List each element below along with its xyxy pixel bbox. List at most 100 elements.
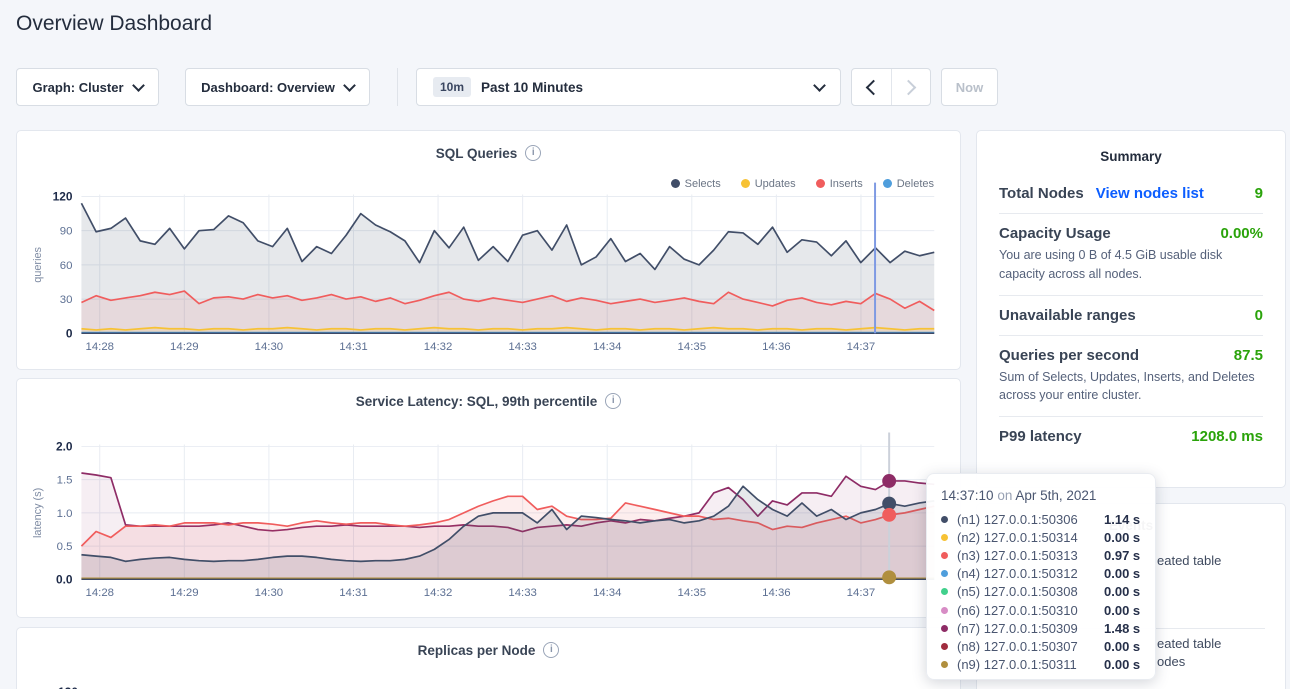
capacity-label: Capacity Usage — [999, 225, 1111, 242]
time-range-selector[interactable]: 10m Past 10 Minutes — [416, 68, 841, 106]
tooltip-node-label: (n4) 127.0.0.1:50312 — [957, 566, 1104, 581]
tooltip-node-label: (n1) 127.0.0.1:50306 — [957, 512, 1104, 527]
time-step-forward-button[interactable] — [891, 69, 931, 105]
crosshair-dot — [882, 474, 896, 488]
x-tick-label: 14:34 — [593, 341, 622, 353]
view-nodes-list-link[interactable]: View nodes list — [1096, 185, 1204, 202]
info-icon[interactable]: i — [525, 145, 541, 161]
sql-queries-title-row: SQL Queries i — [17, 145, 960, 161]
x-tick-label: 14:35 — [678, 341, 707, 353]
tooltip-row: (n6) 127.0.0.1:503100.00 s — [939, 601, 1143, 619]
tooltip-row: (n3) 127.0.0.1:503130.97 s — [939, 546, 1143, 564]
graph-scope-dropdown-label: Graph: Cluster — [32, 80, 123, 95]
tooltip-node-label: (n5) 127.0.0.1:50308 — [957, 584, 1104, 599]
x-tick-label: 14:30 — [255, 341, 284, 353]
summary-title: Summary — [999, 149, 1263, 164]
y-axis-title: queries — [32, 246, 44, 282]
p99-latency-label: P99 latency — [999, 428, 1082, 445]
service-latency-chart[interactable]: 0.00.51.01.52.014:2814:2914:3014:3114:32… — [17, 379, 960, 617]
tooltip-row: (n4) 127.0.0.1:503120.00 s — [939, 565, 1143, 583]
y-axis-title: latency (s) — [32, 488, 44, 538]
legend-color-dot — [883, 179, 892, 188]
legend-label: Inserts — [830, 178, 863, 190]
time-range-label: Past 10 Minutes — [481, 80, 583, 95]
x-tick-label: 14:33 — [508, 587, 537, 599]
unavailable-ranges-value: 0 — [1255, 307, 1263, 324]
legend-color-dot — [816, 179, 825, 188]
legend-item-selects[interactable]: Selects — [671, 178, 721, 190]
now-button[interactable]: Now — [941, 68, 998, 106]
x-tick-label: 14:31 — [339, 587, 368, 599]
tooltip-node-value: 0.00 s — [1104, 584, 1140, 599]
tooltip-node-label: (n3) 127.0.0.1:50313 — [957, 548, 1104, 563]
summary-row-p99: P99 latency 1208.0 ms — [999, 417, 1263, 456]
chevron-right-icon — [901, 79, 917, 95]
capacity-description: You are using 0 B of 4.5 GiB usable disk… — [999, 246, 1263, 284]
tooltip-node-label: (n9) 127.0.0.1:50311 — [957, 657, 1104, 672]
chart-title: SQL Queries — [436, 146, 518, 161]
event-text-fragment: eated table — [1157, 636, 1221, 651]
y-tick-label: 120 — [58, 685, 78, 689]
series-color-dot — [941, 661, 948, 668]
tooltip-node-value: 0.00 s — [1104, 566, 1140, 581]
chart-hover-tooltip: 14:37:10 on Apr 5th, 2021 (n1) 127.0.0.1… — [926, 473, 1156, 680]
tooltip-node-value: 0.00 s — [1104, 657, 1140, 672]
tooltip-row: (n2) 127.0.0.1:503140.00 s — [939, 528, 1143, 546]
x-tick-label: 14:28 — [85, 341, 114, 353]
y-tick-label: 30 — [60, 294, 73, 306]
info-icon[interactable]: i — [605, 393, 621, 409]
x-tick-label: 14:29 — [170, 341, 199, 353]
event-text-fragment: eated table — [1157, 553, 1221, 568]
qps-label: Queries per second — [999, 347, 1139, 364]
crosshair-dot — [882, 570, 896, 584]
tooltip-row: (n1) 127.0.0.1:503061.14 s — [939, 510, 1143, 528]
series-color-dot — [941, 588, 948, 595]
total-nodes-value: 9 — [1255, 185, 1263, 202]
dashboard-dropdown[interactable]: Dashboard: Overview — [185, 68, 370, 106]
toolbar-divider — [397, 68, 398, 106]
graph-scope-dropdown[interactable]: Graph: Cluster — [16, 68, 159, 106]
info-icon[interactable]: i — [543, 642, 559, 658]
overview-dashboard-page: Overview Dashboard Graph: Cluster Dashbo… — [0, 0, 1290, 689]
x-tick-label: 14:36 — [762, 341, 791, 353]
tooltip-rows: (n1) 127.0.0.1:503061.14 s(n2) 127.0.0.1… — [939, 510, 1143, 674]
x-tick-label: 14:36 — [762, 587, 791, 599]
summary-row-qps: Queries per second 87.5 Sum of Selects, … — [999, 336, 1263, 418]
chevron-down-icon — [813, 79, 826, 92]
series-color-dot — [941, 552, 948, 559]
chart-title: Replicas per Node — [418, 643, 536, 658]
tooltip-node-label: (n7) 127.0.0.1:50309 — [957, 621, 1104, 636]
sql-queries-chart[interactable]: 030609012014:2814:2914:3014:3114:3214:33… — [17, 131, 960, 369]
legend-item-deletes[interactable]: Deletes — [883, 178, 934, 190]
series-color-dot — [941, 625, 948, 632]
summary-row-total-nodes: Total Nodes View nodes list 9 — [999, 174, 1263, 214]
qps-description: Sum of Selects, Updates, Inserts, and De… — [999, 368, 1263, 406]
tooltip-on-word: on — [997, 488, 1012, 503]
time-step-back-button[interactable] — [852, 69, 891, 105]
legend-label: Updates — [755, 178, 796, 190]
chevron-left-icon — [865, 79, 881, 95]
y-tick-label: 60 — [60, 260, 73, 272]
summary-panel: Summary Total Nodes View nodes list 9 Ca… — [976, 130, 1286, 488]
series-color-dot — [941, 643, 948, 650]
crosshair-dot — [882, 508, 896, 522]
total-nodes-label: Total Nodes — [999, 185, 1084, 202]
legend-item-inserts[interactable]: Inserts — [816, 178, 863, 190]
chart-title: Service Latency: SQL, 99th percentile — [356, 394, 598, 409]
p99-latency-value: 1208.0 ms — [1191, 428, 1263, 445]
summary-row-unavailable-ranges: Unavailable ranges 0 — [999, 296, 1263, 336]
service-latency-panel: Service Latency: SQL, 99th percentile i … — [16, 378, 961, 618]
tooltip-node-value: 1.14 s — [1104, 512, 1140, 527]
y-tick-label: 2.0 — [56, 439, 73, 453]
event-text-fragment: odes — [1157, 654, 1185, 669]
unavailable-ranges-label: Unavailable ranges — [999, 307, 1136, 324]
tooltip-node-value: 0.00 s — [1104, 530, 1140, 545]
time-range-badge: 10m — [433, 77, 471, 97]
chevron-down-icon — [343, 79, 356, 92]
y-tick-label: 0.0 — [56, 572, 73, 586]
legend-item-updates[interactable]: Updates — [741, 178, 796, 190]
x-tick-label: 14:32 — [424, 341, 453, 353]
service-latency-title-row: Service Latency: SQL, 99th percentile i — [17, 393, 960, 409]
x-tick-label: 14:28 — [85, 587, 114, 599]
series-color-dot — [941, 534, 948, 541]
